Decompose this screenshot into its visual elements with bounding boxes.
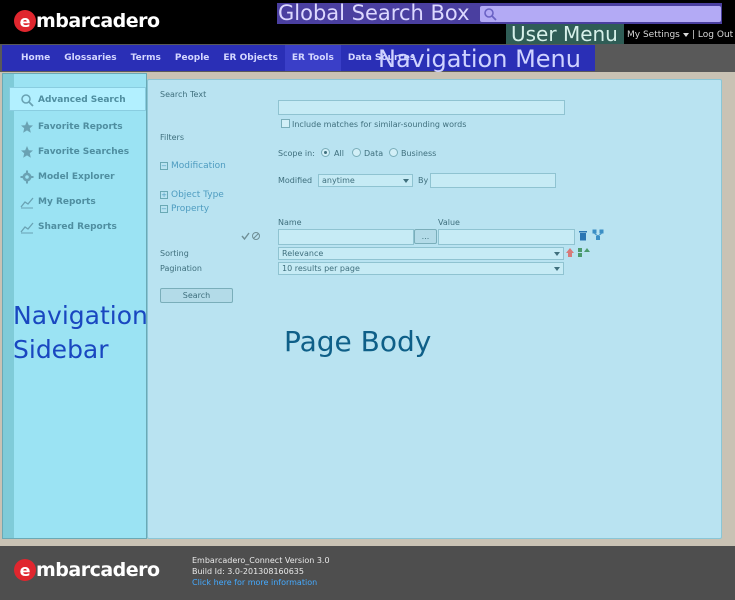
page-body-label: Page Body <box>284 325 432 358</box>
logo-mark: e <box>14 559 36 581</box>
sidebar-item-model-explorer[interactable]: Model Explorer <box>20 169 115 185</box>
navigation-sidebar-label-line1: Navigation <box>13 301 148 330</box>
sidebar-item-label: My Reports <box>38 197 96 207</box>
scope-business-radio[interactable] <box>389 148 398 157</box>
sort-order-icons[interactable] <box>566 247 590 258</box>
modification-filter-toggle[interactable]: − Modification <box>160 161 226 171</box>
filters-label: Filters <box>160 133 184 142</box>
value-column-label: Value <box>438 218 460 227</box>
nav-item-er-objects[interactable]: ER Objects <box>216 45 285 71</box>
search-icon <box>21 94 34 107</box>
search-text-input[interactable] <box>278 100 565 115</box>
footer-more-info-link[interactable]: Click here for more information <box>192 578 317 587</box>
gear-icon <box>20 170 34 184</box>
sidebar-item-label: Model Explorer <box>38 172 115 182</box>
object-type-label: Object Type <box>171 190 224 200</box>
scope-label: Scope in: <box>278 149 315 158</box>
chevron-down-icon <box>403 178 409 183</box>
global-search-input[interactable] <box>480 6 721 22</box>
property-value-input[interactable] <box>438 229 575 245</box>
global-search-label: Global Search Box <box>278 1 470 25</box>
sorting-label: Sorting <box>160 249 189 258</box>
nav-item-terms[interactable]: Terms <box>124 45 168 71</box>
footer-build-id: Build Id: 3.0-201308160635 <box>192 567 304 576</box>
star-icon <box>21 146 33 158</box>
nav-item-glossaries[interactable]: Glossaries <box>57 45 123 71</box>
object-type-filter-toggle[interactable]: + Object Type <box>160 190 224 200</box>
modified-value: anytime <box>322 176 355 185</box>
property-filter-toggle[interactable]: − Property <box>160 204 209 214</box>
my-settings-link[interactable]: My Settings <box>627 30 680 40</box>
nav-item-er-tools[interactable]: ER Tools <box>284 45 341 71</box>
user-menu: My Settings | Log Out <box>627 30 733 40</box>
sorting-value: Relevance <box>282 249 324 258</box>
logo-wordmark: mbarcadero <box>36 10 160 32</box>
name-column-label: Name <box>278 218 302 227</box>
add-condition-icon[interactable] <box>592 229 604 241</box>
chart-icon <box>20 197 34 209</box>
collapse-icon: − <box>160 162 168 170</box>
property-label: Property <box>171 204 210 214</box>
browse-button[interactable]: ... <box>414 229 437 244</box>
scope-business-label: Business <box>401 149 437 158</box>
footer-embarcadero-logo[interactable]: e mbarcadero <box>14 559 160 581</box>
sorting-select[interactable]: Relevance <box>278 247 564 260</box>
navigation-menu: Home Glossaries Terms People ER Objects … <box>14 45 422 71</box>
expand-icon: + <box>160 191 168 199</box>
scope-all-label: All <box>334 149 344 158</box>
logo-wordmark: mbarcadero <box>36 559 160 581</box>
sidebar-item-label: Favorite Reports <box>38 122 123 132</box>
logo-mark: e <box>14 10 36 32</box>
property-name-input[interactable] <box>278 229 414 245</box>
search-text-label: Search Text <box>160 90 207 99</box>
similar-sounding-label: Include matches for similar-sounding wor… <box>292 120 467 129</box>
sidebar-item-label: Shared Reports <box>38 222 117 232</box>
sidebar-item-shared-reports[interactable]: Shared Reports <box>20 219 117 235</box>
modification-label: Modification <box>171 161 226 171</box>
chart-icon <box>20 222 34 234</box>
check-clear-icons[interactable] <box>241 231 261 241</box>
sidebar-item-favorite-reports[interactable]: Favorite Reports <box>20 119 123 135</box>
similar-sounding-checkbox[interactable] <box>281 119 290 128</box>
sidebar-item-favorite-searches[interactable]: Favorite Searches <box>20 144 129 160</box>
chevron-down-icon[interactable] <box>682 33 689 37</box>
log-out-link[interactable]: Log Out <box>698 30 733 40</box>
scope-data-label: Data <box>364 149 384 158</box>
scope-all-radio[interactable] <box>321 148 330 157</box>
modified-by-input[interactable] <box>430 173 556 188</box>
user-menu-label: User Menu <box>511 22 618 46</box>
nav-item-people[interactable]: People <box>168 45 217 71</box>
navigation-menu-label: Navigation Menu <box>378 45 581 73</box>
search-button[interactable]: Search <box>160 288 233 303</box>
chevron-down-icon <box>554 251 560 256</box>
nav-item-home[interactable]: Home <box>14 45 57 71</box>
scope-data-radio[interactable] <box>352 148 361 157</box>
search-icon[interactable] <box>483 7 497 21</box>
modified-select[interactable]: anytime <box>318 174 413 187</box>
sidebar-item-label: Advanced Search <box>38 95 126 105</box>
trash-icon[interactable] <box>578 230 588 241</box>
navigation-sidebar-label-line2: Sidebar <box>13 335 109 364</box>
menu-separator: | <box>691 30 695 40</box>
star-icon <box>21 121 33 133</box>
sidebar-item-advanced-search[interactable]: Advanced Search <box>20 92 126 108</box>
by-label: By <box>418 176 429 185</box>
collapse-icon: − <box>160 205 168 213</box>
embarcadero-logo[interactable]: e mbarcadero <box>14 9 160 33</box>
footer-version: Embarcadero_Connect Version 3.0 <box>192 556 330 565</box>
modified-label: Modified <box>278 176 313 185</box>
pagination-select[interactable]: 10 results per page <box>278 262 564 275</box>
pagination-label: Pagination <box>160 264 202 273</box>
chevron-down-icon <box>554 266 560 271</box>
sidebar-item-my-reports[interactable]: My Reports <box>20 194 96 210</box>
page-body <box>147 79 722 539</box>
sidebar-item-label: Favorite Searches <box>38 147 130 157</box>
pagination-value: 10 results per page <box>282 264 360 273</box>
